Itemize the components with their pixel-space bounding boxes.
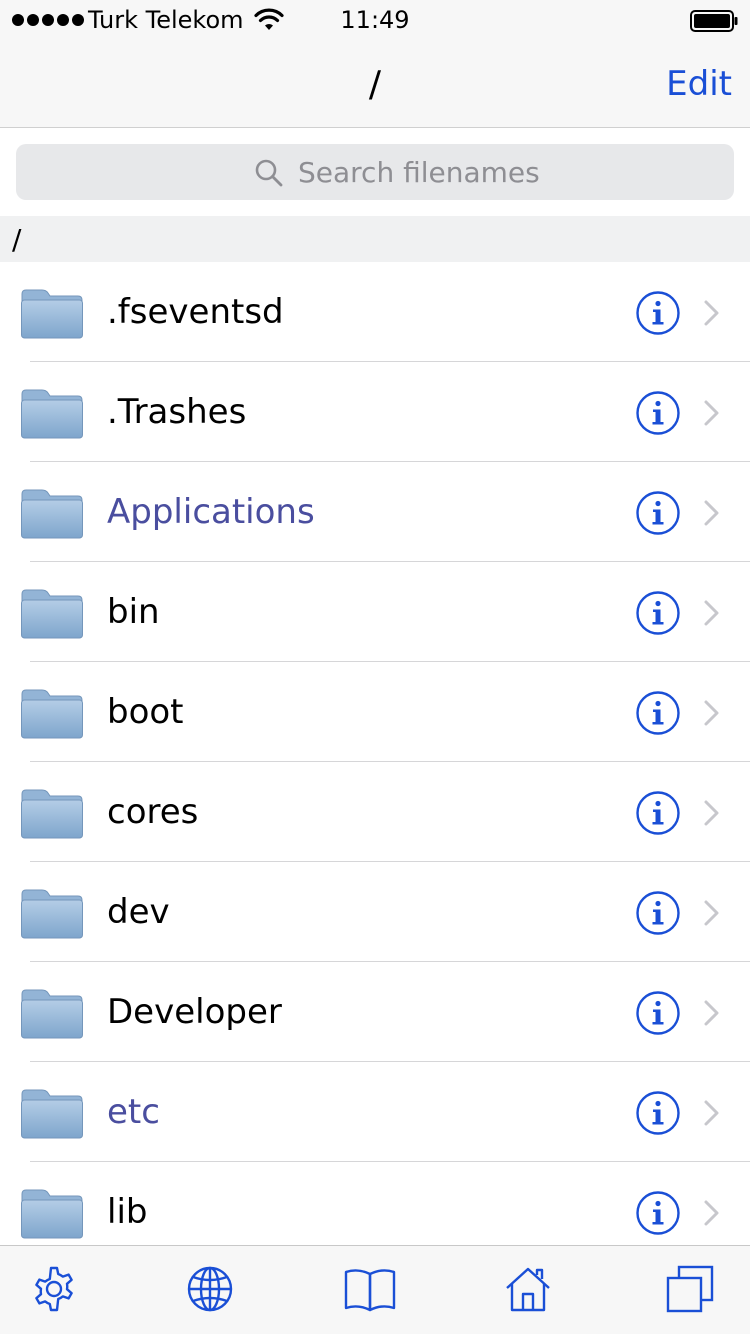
chevron-right-icon: [704, 900, 719, 926]
info-icon[interactable]: [636, 391, 680, 435]
chevron-right-icon: [704, 400, 719, 426]
file-name: .fseventsd: [107, 292, 284, 332]
file-list: .fseventsd .Trashes Applications bin boot cor…: [0, 262, 750, 1262]
navigation-bar: / Edit: [0, 40, 750, 128]
file-name: etc: [107, 1092, 160, 1132]
info-icon[interactable]: [636, 1091, 680, 1135]
status-bar: Turk Telekom 11:49: [0, 0, 750, 40]
folder-icon: [21, 989, 83, 1039]
chevron-right-icon: [704, 700, 719, 726]
file-row[interactable]: cores: [0, 762, 750, 862]
folder-icon: [21, 589, 83, 639]
gear-icon[interactable]: [29, 1264, 79, 1314]
file-name: cores: [107, 792, 199, 832]
info-icon[interactable]: [636, 591, 680, 635]
edit-button[interactable]: Edit: [666, 64, 732, 104]
file-row[interactable]: .Trashes: [0, 362, 750, 462]
file-name: dev: [107, 892, 170, 932]
folder-icon: [21, 1189, 83, 1239]
folder-icon: [21, 689, 83, 739]
folder-icon: [21, 389, 83, 439]
globe-icon[interactable]: [185, 1264, 235, 1314]
folder-icon: [21, 289, 83, 339]
search-field-container[interactable]: [16, 144, 734, 200]
search-bar: [0, 128, 750, 216]
file-row[interactable]: Developer: [0, 962, 750, 1062]
windows-icon[interactable]: [665, 1264, 715, 1314]
chevron-right-icon: [704, 300, 719, 326]
file-name: boot: [107, 692, 184, 732]
folder-icon: [21, 489, 83, 539]
path-section-header: /: [0, 216, 750, 262]
chevron-right-icon: [704, 1100, 719, 1126]
chevron-right-icon: [704, 1000, 719, 1026]
file-name: Developer: [107, 992, 282, 1032]
file-row[interactable]: boot: [0, 662, 750, 762]
home-icon[interactable]: [503, 1264, 553, 1314]
folder-icon: [21, 1089, 83, 1139]
search-input[interactable]: [298, 154, 718, 190]
battery-icon: [690, 10, 738, 32]
file-row[interactable]: etc: [0, 1062, 750, 1162]
file-name: Applications: [107, 492, 315, 532]
tab-bar: [0, 1245, 750, 1334]
search-icon: [255, 159, 283, 187]
file-row[interactable]: bin: [0, 562, 750, 662]
info-icon[interactable]: [636, 491, 680, 535]
book-icon[interactable]: [343, 1264, 397, 1314]
chevron-right-icon: [704, 500, 719, 526]
folder-icon: [21, 789, 83, 839]
info-icon[interactable]: [636, 791, 680, 835]
status-time: 11:49: [340, 6, 410, 34]
info-icon[interactable]: [636, 1191, 680, 1235]
current-path-label: /: [12, 223, 22, 256]
file-row[interactable]: Applications: [0, 462, 750, 562]
page-title: /: [368, 64, 382, 105]
info-icon[interactable]: [636, 691, 680, 735]
info-icon[interactable]: [636, 891, 680, 935]
chevron-right-icon: [704, 600, 719, 626]
file-name: lib: [107, 1192, 148, 1232]
file-name: bin: [107, 592, 160, 632]
info-icon[interactable]: [636, 291, 680, 335]
file-row[interactable]: dev: [0, 862, 750, 962]
chevron-right-icon: [704, 800, 719, 826]
chevron-right-icon: [704, 1200, 719, 1226]
folder-icon: [21, 889, 83, 939]
file-row[interactable]: .fseventsd: [0, 262, 750, 362]
file-name: .Trashes: [107, 392, 247, 432]
info-icon[interactable]: [636, 991, 680, 1035]
